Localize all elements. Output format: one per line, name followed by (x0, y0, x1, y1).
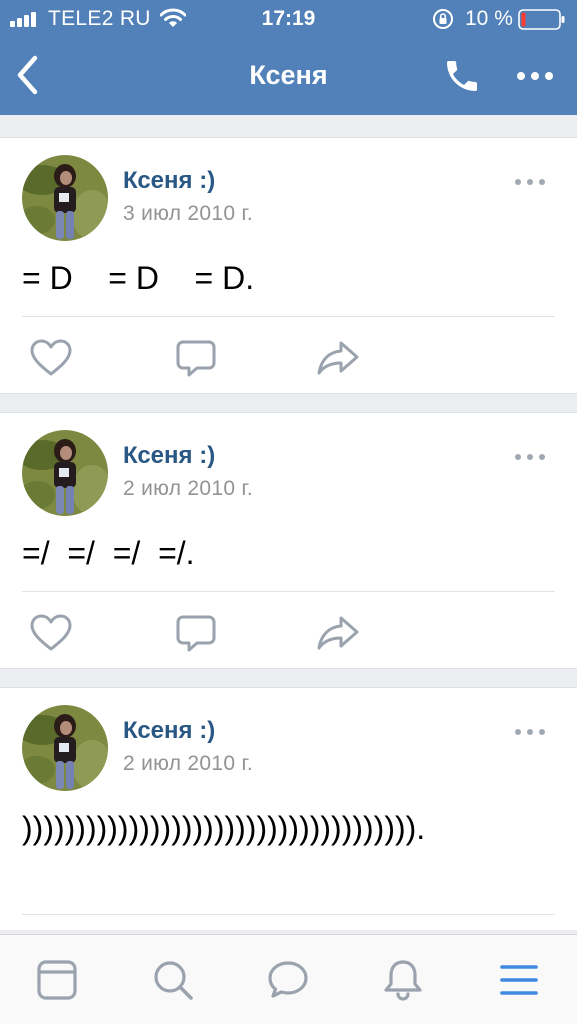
orientation-lock-icon (433, 9, 453, 29)
like-icon[interactable] (26, 611, 76, 655)
bottom-tab-bar (0, 934, 577, 1024)
post-author[interactable]: Ксеня :) (123, 717, 215, 745)
status-bar: TELE2 RU 17:19 10 % (0, 0, 577, 38)
search-icon[interactable] (150, 957, 196, 1003)
avatar[interactable] (22, 155, 108, 241)
share-icon[interactable] (313, 611, 363, 655)
post-author[interactable]: Ксеня :) (123, 167, 215, 195)
post-divider (22, 914, 555, 915)
phone-icon[interactable] (440, 56, 484, 96)
more-horizontal-icon[interactable] (514, 66, 556, 86)
battery-percentage: 10 % (465, 7, 513, 30)
avatar[interactable] (22, 430, 108, 516)
post-options-icon[interactable] (510, 723, 550, 741)
post-text: = D = D = D. (22, 260, 255, 296)
posts-feed[interactable]: Ксеня :) 3 июл 2010 г. = D = D = D. Ксен… (0, 115, 577, 930)
back-chevron-icon[interactable] (10, 50, 46, 100)
post-author[interactable]: Ксеня :) (123, 442, 215, 470)
wall-post: Ксеня :) 3 июл 2010 г. = D = D = D. (0, 137, 577, 394)
app-header: TELE2 RU 17:19 10 % Ксеня (0, 0, 577, 115)
post-options-icon[interactable] (510, 173, 550, 191)
post-text: ))))))))))))))))))))))))))))))))))))). (22, 810, 426, 846)
nav-bar: Ксеня (0, 38, 577, 115)
menu-icon[interactable] (496, 957, 542, 1003)
post-date[interactable]: 3 июл 2010 г. (123, 202, 253, 226)
post-text: =/ =/ =/ =/. (22, 535, 195, 571)
wall-post: Ксеня :) 2 июл 2010 г. )))))))))))))))))… (0, 687, 577, 930)
post-divider (22, 591, 555, 592)
page-title: Ксеня (249, 60, 328, 90)
comment-icon[interactable] (171, 611, 221, 655)
avatar[interactable] (22, 705, 108, 791)
notifications-icon[interactable] (380, 957, 426, 1003)
post-divider (22, 316, 555, 317)
comment-icon[interactable] (171, 336, 221, 380)
battery-icon (518, 9, 565, 30)
post-date[interactable]: 2 июл 2010 г. (123, 752, 253, 776)
wall-post: Ксеня :) 2 июл 2010 г. =/ =/ =/ =/. (0, 412, 577, 669)
messages-icon[interactable] (265, 957, 311, 1003)
post-date[interactable]: 2 июл 2010 г. (123, 477, 253, 501)
share-icon[interactable] (313, 336, 363, 380)
news-icon[interactable] (34, 957, 80, 1003)
post-options-icon[interactable] (510, 448, 550, 466)
like-icon[interactable] (26, 336, 76, 380)
